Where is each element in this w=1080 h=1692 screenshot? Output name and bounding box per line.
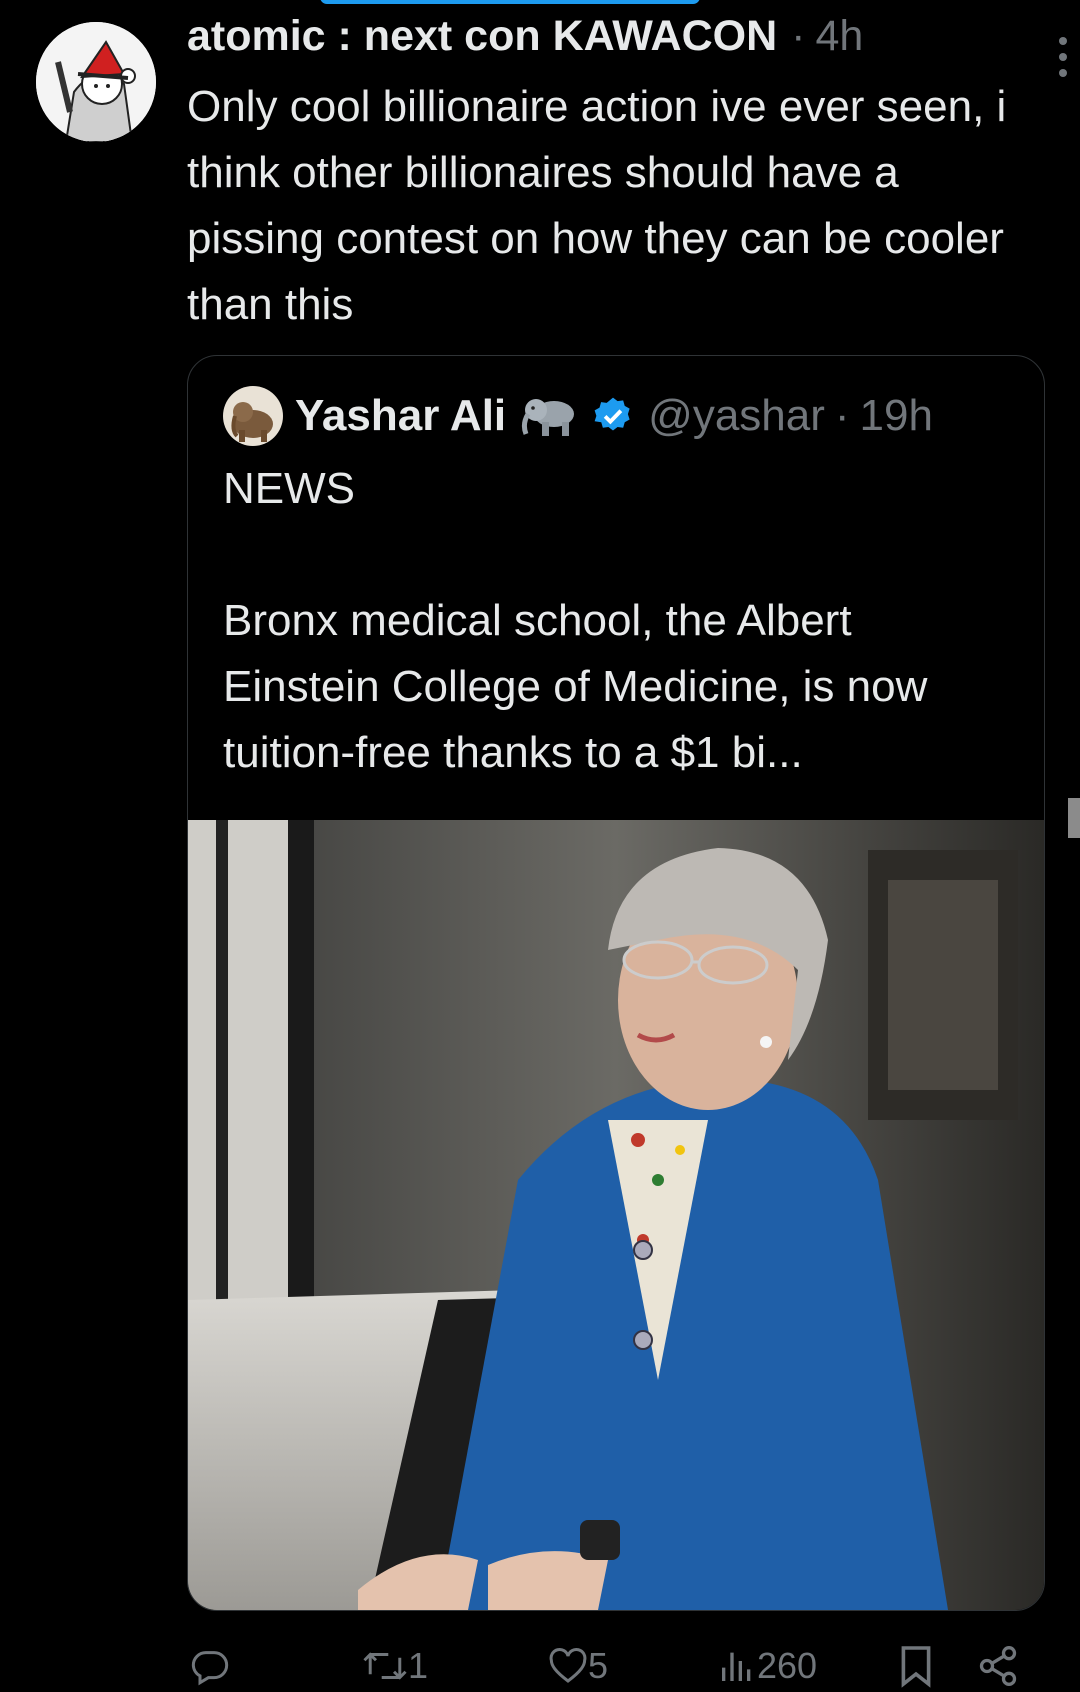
tweet-timestamp[interactable]: 4h bbox=[815, 12, 863, 61]
header-separator: · bbox=[791, 12, 806, 60]
tweet-action-bar: 1 5 260 bbox=[0, 1640, 1080, 1692]
retweet-count: 1 bbox=[408, 1645, 429, 1686]
quoted-tweet-header: Yashar Ali @yashar · 19h bbox=[223, 386, 933, 446]
quoted-author-handle[interactable]: @yashar bbox=[648, 391, 825, 441]
quoted-author-avatar[interactable] bbox=[223, 386, 283, 446]
scrollbar-thumb[interactable] bbox=[1068, 798, 1080, 838]
quoted-tweet-text: NEWS Bronx medical school, the Albert Ei… bbox=[223, 464, 928, 777]
like-button[interactable]: 5 bbox=[548, 1640, 608, 1692]
share-icon bbox=[976, 1644, 1020, 1688]
author-display-name[interactable]: atomic : next con KAWACON bbox=[187, 12, 777, 61]
quoted-tweet-photo[interactable] bbox=[188, 820, 1044, 1610]
more-icon[interactable] bbox=[1051, 32, 1075, 82]
author-avatar[interactable] bbox=[36, 22, 156, 142]
like-count: 5 bbox=[588, 1645, 609, 1686]
elephant-emoji-icon bbox=[520, 394, 580, 438]
quoted-header-separator: · bbox=[834, 391, 850, 440]
retweet-icon bbox=[362, 1646, 408, 1686]
new-posts-pill[interactable] bbox=[320, 0, 700, 4]
reply-button[interactable] bbox=[190, 1640, 230, 1692]
reply-icon bbox=[190, 1646, 230, 1686]
bookmark-icon bbox=[898, 1644, 934, 1688]
bookmark-button[interactable] bbox=[898, 1640, 934, 1692]
retweet-button[interactable]: 1 bbox=[362, 1640, 428, 1692]
views-icon bbox=[717, 1646, 757, 1686]
verified-badge-icon bbox=[592, 395, 634, 437]
like-icon bbox=[548, 1646, 588, 1686]
tweet-body: atomic : next con KAWACON · 4h Only cool… bbox=[187, 12, 1067, 338]
quoted-tweet-card[interactable]: Yashar Ali @yashar · 19h NEWS Bronx medi… bbox=[187, 355, 1045, 1611]
views-button[interactable]: 260 bbox=[717, 1640, 817, 1692]
tweet-header: atomic : next con KAWACON · 4h bbox=[187, 12, 1047, 74]
quoted-author-display-name[interactable]: Yashar Ali bbox=[295, 391, 506, 441]
share-button[interactable] bbox=[976, 1640, 1020, 1692]
view-count: 260 bbox=[757, 1645, 818, 1686]
tweet-text: Only cool billionaire action ive ever se… bbox=[187, 82, 1007, 329]
quoted-tweet-timestamp[interactable]: 19h bbox=[860, 391, 933, 441]
